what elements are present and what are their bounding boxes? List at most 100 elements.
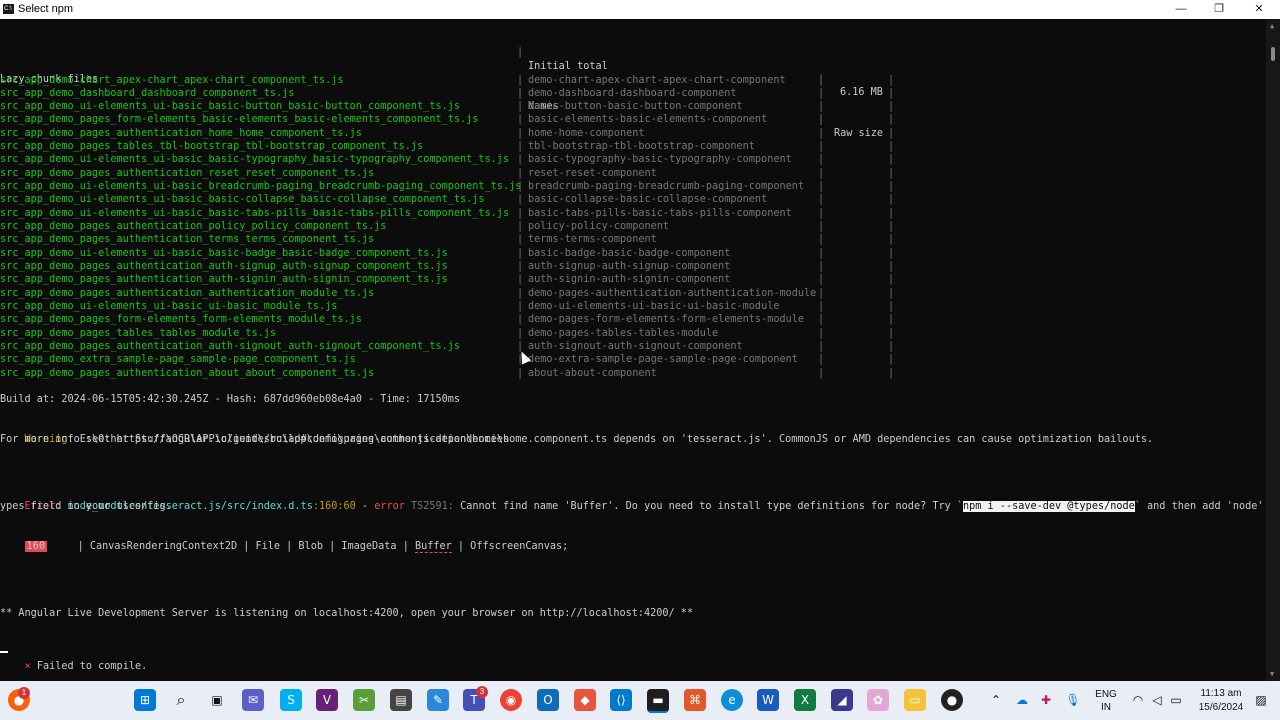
edge-icon[interactable]: e: [721, 689, 743, 711]
onedrive-icon[interactable]: ☁: [1011, 689, 1033, 711]
column-separator: |: [517, 274, 524, 286]
teams-badge: 3: [476, 686, 488, 698]
terminal-output[interactable]: | Initial total | 6.16 MB Lazy chunk fil…: [0, 19, 1266, 681]
terminal-cursor: [0, 651, 8, 653]
column-separator: |: [818, 354, 825, 366]
chunk-name: basic-button-basic-button-component: [528, 101, 743, 113]
column-separator: |: [818, 127, 825, 139]
code-after: | OffscreenCanvas;: [451, 541, 569, 553]
error-code: TS2591:: [404, 501, 454, 513]
clock-time[interactable]: 11:13 am: [1195, 688, 1247, 699]
photos-icon[interactable]: ✿: [867, 689, 889, 711]
chunk-file: src_app_demo_ui-elements_ui-basic_basic-…: [0, 154, 510, 166]
column-separator: |: [517, 74, 524, 86]
chunk-name: auth-signin-auth-signin-component: [528, 274, 731, 286]
chunk-name: basic-tabs-pills-basic-tabs-pills-compon…: [528, 207, 792, 219]
chunk-file: src_app_demo_ui-elements_ui-basic_ui-bas…: [0, 301, 338, 313]
chrome-icon[interactable]: ◉: [500, 689, 522, 711]
tray-app-icon[interactable]: ✚: [1035, 689, 1057, 711]
column-separator: |: [517, 141, 524, 153]
build-info-line: Build at: 2024-06-15T05:42:30.245Z - Has…: [0, 394, 461, 405]
chunk-file: src_app_demo_pages_authentication_about_…: [0, 367, 375, 379]
chunk-file: src_app_demo_pages_authentication_reset_…: [0, 167, 375, 179]
chunk-file: src_app_demo_pages_form-elements_form-el…: [0, 314, 362, 326]
outlook-icon[interactable]: O: [537, 689, 559, 711]
github-icon[interactable]: ●: [941, 689, 963, 711]
chunk-name: tbl-bootstrap-tbl-bootstrap-component: [528, 141, 755, 153]
compile-status-line: × Failed to compile.: [0, 647, 148, 672]
terminal-taskbar-icon[interactable]: ▬: [647, 689, 669, 713]
window-titlebar[interactable]: C:\ Select npm — ❐ ✕: [0, 0, 1280, 19]
error-dash: -: [355, 501, 375, 513]
chunk-file: src_app_demo_pages_authentication_policy…: [0, 221, 387, 233]
language-indicator[interactable]: ENG: [1092, 689, 1120, 700]
chunk-table-header: Lazy chunk files | Names | Raw size: [0, 60, 883, 138]
chunk-name: policy-policy-component: [528, 221, 670, 233]
notepad-icon[interactable]: ▤: [390, 689, 412, 711]
error-message-tail: ` and then add 'node' to the t: [1134, 501, 1264, 513]
chunk-file: src_app_demo_pages_authentication_auth-s…: [0, 341, 461, 353]
column-separator: |: [818, 141, 825, 153]
error-line: Error: node_modules/tesseract.js/src/ind…: [0, 487, 1266, 513]
chunk-name: demo-pages-authentication-authentication…: [528, 287, 817, 299]
column-separator: |: [517, 301, 524, 313]
skype-icon[interactable]: S: [280, 689, 302, 711]
dev-server-line: ** Angular Live Development Server is li…: [0, 608, 694, 619]
column-separator: |: [888, 141, 895, 153]
vscode-icon[interactable]: ⟨⟩: [610, 689, 632, 711]
column-separator: |: [517, 367, 524, 379]
tool-icon[interactable]: ◆: [574, 689, 596, 711]
word-icon[interactable]: W: [757, 689, 779, 711]
column-separator: |: [888, 181, 895, 193]
clock-date[interactable]: 15/6/2024: [1195, 702, 1247, 713]
microphone-icon[interactable]: 🎙: [1062, 689, 1084, 711]
initial-total-row: | Initial total | 6.16 MB: [0, 33, 883, 98]
selected-command-highlight[interactable]: npm i --save-dev @types/node: [963, 501, 1135, 513]
scroll-down-icon[interactable]: ▼: [1270, 670, 1274, 678]
paint-icon[interactable]: ✎: [427, 689, 449, 711]
app-icon[interactable]: ◢: [831, 689, 853, 711]
close-button[interactable]: ✕: [1240, 0, 1278, 19]
column-separator: |: [888, 87, 895, 99]
postman-icon[interactable]: ⌘: [684, 689, 706, 711]
minimize-button[interactable]: —: [1162, 0, 1200, 19]
code-snippet-line: 160 | CanvasRenderingContext2D | File | …: [0, 527, 568, 554]
chat-icon[interactable]: ✉: [242, 689, 264, 711]
column-separator: |: [888, 327, 895, 339]
column-separator: |: [818, 247, 825, 259]
visual-studio-icon[interactable]: V: [316, 689, 338, 711]
column-separator: |: [818, 287, 825, 299]
notification-center-icon[interactable]: ▨: [1250, 689, 1272, 711]
chunk-file: src_app_demo_ui-elements_ui-basic_basic-…: [0, 194, 485, 206]
chevron-up-icon[interactable]: ⌃: [985, 689, 1007, 711]
terminal-scrollbar[interactable]: ▲ ▼: [1266, 19, 1280, 681]
error-word: error: [374, 501, 405, 513]
windows-taskbar: ● 1 ⊞ ⌕ ▣ ✉ S V ✂ ▤ ✎ T 3 ◉ O ◆ ⟨⟩ ▬ ⌘ e…: [0, 681, 1280, 720]
error-message-wrap: ypes field in your tsconfig.: [0, 501, 172, 512]
column-separator: |: [818, 327, 825, 339]
chunk-name: demo-dashboard-dashboard-component: [528, 87, 737, 99]
scrollbar-thumb[interactable]: [1271, 47, 1275, 61]
column-separator: |: [888, 167, 895, 179]
warning-line: Warning: E:\Other Stuff\OCR\APP\client\s…: [0, 420, 1154, 445]
column-separator: |: [517, 221, 524, 233]
excel-icon[interactable]: X: [794, 689, 816, 711]
task-view-icon[interactable]: ▣: [206, 689, 228, 711]
file-explorer-icon[interactable]: ▭: [904, 689, 926, 711]
column-separator: |: [888, 221, 895, 233]
column-separator: |: [888, 261, 895, 273]
chunk-file: src_app_demo_dashboard_dashboard_compone…: [0, 87, 295, 99]
notification-badge: 1: [18, 687, 30, 699]
column-separator: |: [888, 154, 895, 166]
column-separator: |: [888, 287, 895, 299]
battery-icon[interactable]: ▭: [1165, 689, 1187, 711]
initial-total-label: Initial total: [528, 60, 608, 72]
snipping-tool-icon[interactable]: ✂: [353, 689, 375, 711]
maximize-button[interactable]: ❐: [1200, 0, 1238, 19]
chunk-file: src_app_demo_chart_apex-chart_apex-chart…: [0, 74, 344, 86]
start-icon[interactable]: ⊞: [134, 689, 156, 711]
chunk-name: terms-terms-component: [528, 234, 657, 246]
search-icon[interactable]: ⌕: [170, 689, 192, 711]
chunk-file: src_app_demo_ui-elements_ui-basic_basic-…: [0, 207, 510, 219]
scroll-up-icon[interactable]: ▲: [1270, 22, 1274, 30]
